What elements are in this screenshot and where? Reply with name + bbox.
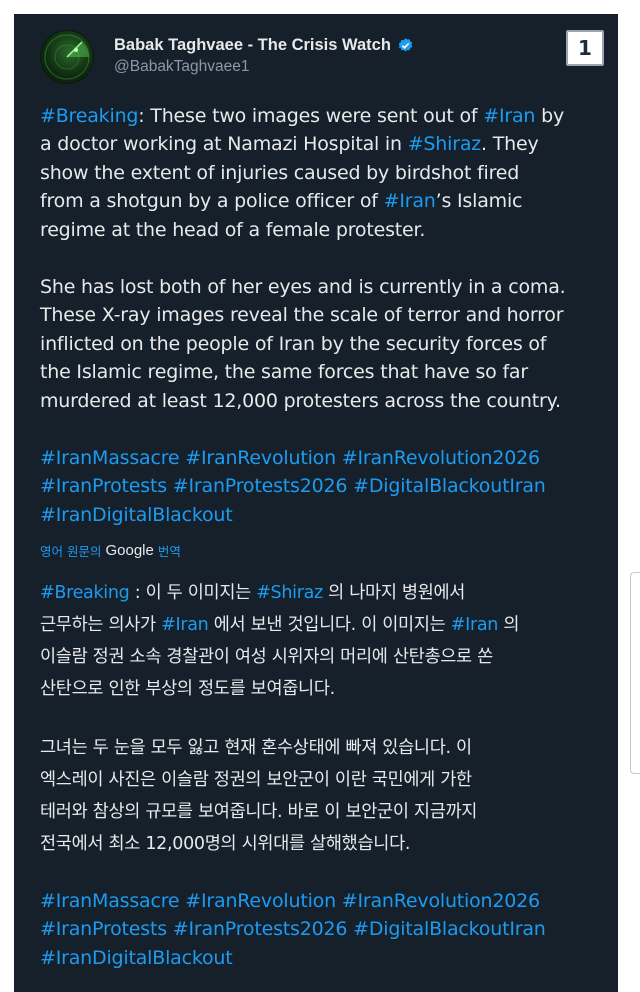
text-line: show the extent of injuries caused by bi… (40, 159, 610, 187)
hashtag-link[interactable]: #Iran (384, 190, 436, 212)
text-segment: murdered at least 12,000 protesters acro… (40, 389, 561, 412)
text-line: inflicted on the people of Iran by the s… (40, 330, 610, 358)
text-segment: 근무하는 의사가 (40, 615, 162, 635)
text-line: She has lost both of her eyes and is cur… (40, 273, 610, 301)
text-line: 산탄으로 인한 부상의 정도를 보여줍니다. (40, 673, 610, 705)
text-segment: 에서 보낸 것입니다. 이 이미지는 (208, 615, 451, 635)
translation-attribution[interactable]: 영어 원문의 Google 번역 (40, 541, 181, 560)
image-counter-badge: 1 (566, 30, 604, 66)
scrollbar-handle[interactable] (630, 572, 640, 774)
text-segment: 의 나마지 병원에서 (322, 583, 466, 603)
hashtag-link[interactable]: #IranDigitalBlackout (40, 947, 233, 969)
text-line: regime at the head of a female protester… (40, 216, 610, 244)
tweet-text-korean-p2: 그녀는 두 눈을 모두 잃고 현재 혼수상태에 빠져 있습니다. 이엑스레이 사… (40, 732, 610, 860)
text-segment: : 이 두 이미지는 (129, 583, 257, 603)
tweet-text-english-p2: She has lost both of her eyes and is cur… (40, 273, 610, 415)
text-segment: ’s Islamic (435, 190, 523, 213)
text-line: 테러와 참상의 규모를 보여줍니다. 바로 이 보안군이 지금까지 (40, 796, 610, 828)
text-line: 그녀는 두 눈을 모두 잃고 현재 혼수상태에 빠져 있습니다. 이 (40, 732, 610, 764)
text-segment: by (535, 105, 565, 127)
text-line: the Islamic regime, the same forces that… (40, 358, 610, 386)
hashtags-korean: #IranMassacre #IranRevolution #IranRevol… (40, 887, 610, 972)
hashtags-english: #IranMassacre #IranRevolution #IranRevol… (40, 444, 610, 529)
text-segment: the Islamic regime, the same forces that… (40, 361, 528, 384)
text-line: 이슬람 정권 소속 경찰관이 여성 시위자의 머리에 산탄총으로 쏜 (40, 641, 610, 673)
verified-badge-icon (398, 38, 413, 52)
hashtag-link[interactable]: #Iran (451, 615, 499, 635)
text-line: These X-ray images reveal the scale of t… (40, 301, 610, 329)
hashtag-link[interactable]: #IranDigitalBlackout (40, 504, 233, 526)
hashtag-link[interactable]: #IranProtests #IranProtests2026 #Digital… (40, 918, 546, 940)
hashtag-link[interactable]: #IranProtests #IranProtests2026 #Digital… (40, 475, 546, 497)
text-segment: 엑스레이 사진은 이슬람 정권의 보안군이 이란 국민에게 가한 (40, 770, 472, 790)
text-line: 엑스레이 사진은 이슬람 정권의 보안군이 이란 국민에게 가한 (40, 764, 610, 796)
text-line: #IranMassacre #IranRevolution #IranRevol… (40, 887, 610, 915)
hashtag-link[interactable]: #Breaking (40, 583, 130, 603)
text-segment: She has lost both of her eyes and is cur… (40, 276, 566, 298)
text-segment: : These two images were sent out of (138, 105, 484, 127)
text-segment: from a shotgun by a police officer of (40, 190, 384, 213)
user-handle[interactable]: @BabakTaghvaee1 (114, 58, 250, 76)
text-segment: 이슬람 정권 소속 경찰관이 여성 시위자의 머리에 산탄총으로 쏜 (40, 647, 493, 667)
text-line: 근무하는 의사가 #Iran 에서 보낸 것입니다. 이 이미지는 #Iran … (40, 609, 610, 641)
text-segment: 테러와 참상의 규모를 보여줍니다. 바로 이 보안군이 지금까지 (40, 802, 478, 822)
text-line: #IranProtests #IranProtests2026 #Digital… (40, 915, 610, 943)
text-line: #Breaking: These two images were sent ou… (40, 102, 610, 130)
text-line: #Breaking : 이 두 이미지는 #Shiraz 의 나마지 병원에서 (40, 577, 610, 609)
hashtag-link[interactable]: #Iran (161, 615, 209, 635)
google-logo-text: Google (105, 542, 154, 559)
hashtag-link[interactable]: #Shiraz (408, 133, 482, 155)
tweet-text-english-p1: #Breaking: These two images were sent ou… (40, 102, 610, 244)
text-line: #IranMassacre #IranRevolution #IranRevol… (40, 444, 610, 472)
text-segment: regime at the head of a female protester… (40, 218, 426, 241)
translation-action[interactable]: 번역 (158, 541, 181, 560)
hashtag-link[interactable]: #IranMassacre #IranRevolution #IranRevol… (40, 447, 540, 469)
text-line: #IranDigitalBlackout (40, 501, 610, 529)
text-segment: inflicted on the people of Iran by the s… (40, 332, 547, 355)
text-segment: 산탄으로 인한 부상의 정도를 보여줍니다. (40, 679, 335, 699)
text-line: murdered at least 12,000 protesters acro… (40, 387, 610, 415)
avatar[interactable] (40, 30, 94, 84)
text-line: #IranDigitalBlackout (40, 944, 610, 972)
text-segment: 전국에서 최소 12,000명의 시위대를 살해했습니다. (40, 834, 411, 854)
author-row[interactable]: Babak Taghvaee - The Crisis Watch (114, 36, 414, 55)
text-line: from a shotgun by a police officer of #I… (40, 187, 610, 215)
text-segment: These X-ray images reveal the scale of t… (40, 304, 564, 327)
text-line: 전국에서 최소 12,000명의 시위대를 살해했습니다. (40, 828, 610, 860)
translation-label: 영어 원문의 (40, 544, 102, 559)
text-segment: a doctor working at Namazi Hospital in (40, 133, 408, 156)
hashtag-link[interactable]: #Shiraz (256, 583, 323, 603)
text-segment: . They (481, 133, 539, 156)
tweet-panel: Babak Taghvaee - The Crisis Watch @Babak… (14, 14, 618, 992)
text-segment: 그녀는 두 눈을 모두 잃고 현재 혼수상태에 빠져 있습니다. 이 (40, 738, 472, 758)
display-name[interactable]: Babak Taghvaee - The Crisis Watch (114, 36, 391, 55)
tweet-text-korean-p1: #Breaking : 이 두 이미지는 #Shiraz 의 나마지 병원에서 근… (40, 577, 610, 705)
hashtag-link[interactable]: #Breaking (40, 105, 138, 127)
text-segment: 의 (498, 615, 520, 635)
radar-icon (44, 34, 90, 80)
hashtag-link[interactable]: #Iran (483, 105, 535, 127)
text-line: a doctor working at Namazi Hospital in #… (40, 130, 610, 158)
hashtag-link[interactable]: #IranMassacre #IranRevolution #IranRevol… (40, 890, 540, 912)
text-line: #IranProtests #IranProtests2026 #Digital… (40, 472, 610, 500)
text-segment: show the extent of injuries caused by bi… (40, 161, 520, 184)
